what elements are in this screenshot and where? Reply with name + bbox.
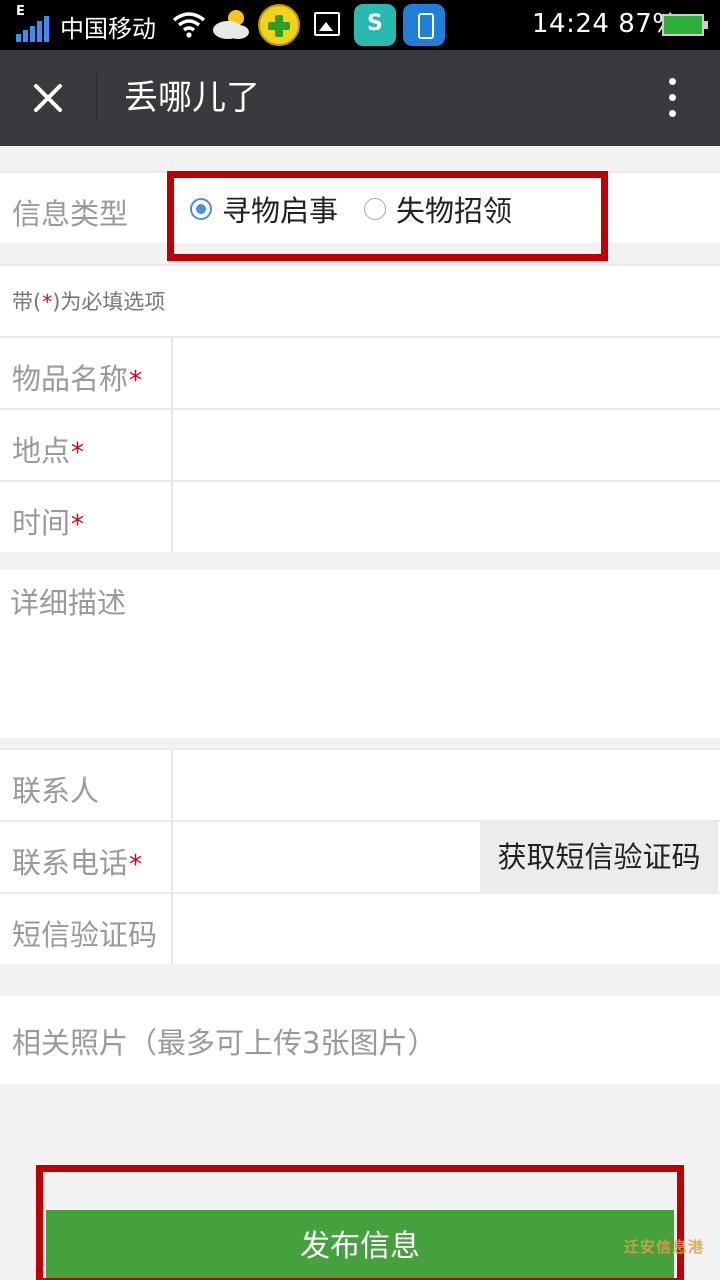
clock: 14:24 87%: [532, 9, 678, 39]
watermark: 迁安信息港: [624, 1238, 705, 1256]
battery-icon: [662, 14, 708, 36]
more-dot: [669, 94, 676, 101]
status-bar: E 中国移动 14:24 87%: [0, 0, 720, 50]
highlight-box: [36, 1165, 684, 1280]
time-text: 14:24: [532, 9, 610, 39]
phone-row: 联系电话* 获取短信验证码: [0, 822, 720, 892]
item-name-input[interactable]: [171, 338, 720, 408]
title-divider: [96, 74, 97, 122]
more-dot: [669, 110, 676, 117]
location-row: 地点*: [0, 410, 720, 480]
sms-code-row: 短信验证码: [0, 894, 720, 964]
cleaner-app-icon: [403, 4, 445, 46]
image-icon: [314, 12, 340, 36]
required-star: *: [71, 510, 85, 540]
photo-upload-label: 相关照片（最多可上传3张图片）: [12, 1026, 437, 1060]
carrier-name: 中国移动: [60, 15, 156, 43]
sms-code-input[interactable]: [171, 894, 720, 964]
required-hint: 带(*)为必填选项: [12, 286, 165, 316]
contact-person-row: 联系人: [0, 750, 720, 820]
item-name-row: 物品名称*: [0, 338, 720, 408]
weather-icon: [213, 10, 249, 39]
description-placeholder: 详细描述: [10, 586, 127, 620]
close-icon[interactable]: [24, 74, 72, 122]
required-star: *: [71, 438, 85, 468]
required-star: *: [42, 290, 53, 314]
location-label: 地点*: [12, 428, 84, 470]
time-label: 时间*: [12, 500, 84, 542]
required-star: *: [129, 850, 143, 880]
phone-label: 联系电话*: [12, 840, 142, 882]
label-text: 地点: [12, 434, 71, 468]
get-sms-code-button[interactable]: 获取短信验证码: [480, 822, 718, 892]
hint-suffix: )为必填选项: [52, 290, 166, 314]
more-dot: [669, 78, 676, 85]
phone-input[interactable]: [171, 822, 480, 892]
sms-code-label: 短信验证码: [12, 918, 158, 952]
security-app-icon: [354, 4, 396, 46]
photo-upload[interactable]: 相关照片（最多可上传3张图片）: [0, 996, 720, 1084]
location-input[interactable]: [171, 410, 720, 480]
more-vertical-icon[interactable]: [656, 74, 688, 122]
info-type-label: 信息类型: [12, 197, 129, 231]
app-icon: [258, 4, 300, 46]
required-star: *: [129, 366, 143, 396]
description-textarea[interactable]: 详细描述: [0, 570, 720, 738]
time-row: 时间*: [0, 482, 720, 552]
highlight-box: [167, 171, 608, 261]
wifi-icon: [172, 12, 206, 38]
label-text: 联系电话: [12, 846, 129, 880]
hint-prefix: 带(: [12, 290, 42, 314]
title-bar: 丢哪儿了: [0, 50, 720, 146]
page-title: 丢哪儿了: [124, 78, 260, 118]
time-input[interactable]: [171, 482, 720, 552]
item-name-label: 物品名称*: [12, 356, 142, 398]
signal-icon: [16, 16, 49, 42]
contact-person-input[interactable]: [171, 750, 720, 820]
contact-person-label: 联系人: [12, 774, 100, 808]
label-text: 物品名称: [12, 362, 129, 396]
label-text: 时间: [12, 506, 71, 540]
